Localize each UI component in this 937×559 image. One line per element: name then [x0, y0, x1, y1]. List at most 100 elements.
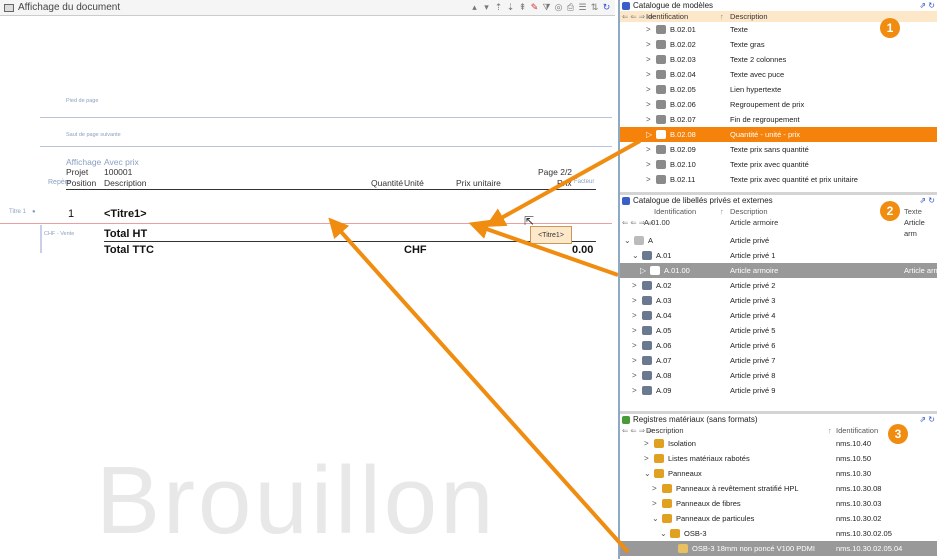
panel2-filter-code[interactable]: A.01.00 — [644, 217, 670, 228]
chevron-right-icon[interactable]: > — [646, 82, 651, 97]
panel3-col-desc[interactable]: Description — [646, 425, 684, 436]
material-code: nms.10.30.02.05 — [836, 529, 892, 538]
page-break-label: Saut de page suivante — [66, 132, 121, 138]
chevron-right-icon[interactable]: > — [632, 353, 637, 368]
preview-icon[interactable]: ◎ — [554, 2, 563, 13]
chevron-right-icon[interactable]: > — [632, 278, 637, 293]
chevron-right-icon[interactable]: > — [632, 293, 637, 308]
label-row[interactable]: ⌄ A.01 Article privé 1 — [620, 248, 937, 263]
material-row[interactable]: ⌄ Panneaux nms.10.30 — [620, 466, 937, 481]
template-icon — [656, 70, 666, 79]
model-row[interactable]: > B.02.11 Texte prix avec quantité et prix… — [620, 172, 937, 187]
chevron-down-icon[interactable]: ⌄ — [652, 511, 659, 526]
move-down-icon[interactable]: ⇣ — [506, 2, 515, 13]
label-row[interactable]: > A.07 Article privé 7 — [620, 353, 937, 368]
chevron-right-icon[interactable]: > — [646, 142, 651, 157]
material-row[interactable]: > Listes matériaux rabotés nms.10.50 — [620, 451, 937, 466]
chevron-right-icon[interactable]: > — [632, 308, 637, 323]
chevron-right-icon[interactable]: > — [646, 112, 651, 127]
pencil-icon[interactable]: ✎ — [530, 2, 539, 13]
chevron-right-icon[interactable]: > — [646, 67, 651, 82]
chevron-right-icon[interactable]: > — [632, 338, 637, 353]
model-row[interactable]: > B.02.09 Texte prix sans quantité — [620, 142, 937, 157]
total-block-bar — [40, 225, 42, 253]
pin-icon[interactable]: ⇗ ↻ — [919, 195, 935, 206]
model-row[interactable]: > B.02.06 Regroupement de prix — [620, 97, 937, 112]
chevron-down-icon[interactable]: ⌄ — [644, 466, 651, 481]
label-code: A — [648, 236, 654, 245]
label-row[interactable]: > A.06 Article privé 6 — [620, 338, 937, 353]
material-row[interactable]: OSB-3 18mm non poncé V100 PDMI nms.10.30.… — [620, 541, 937, 556]
label-row[interactable]: > A.09 Article privé 9 — [620, 383, 937, 398]
model-row[interactable]: > B.02.04 Texte avec puce — [620, 67, 937, 82]
label-row[interactable]: ⌄ A Article privé — [620, 233, 937, 248]
header-divider — [66, 189, 596, 190]
chevron-down-icon[interactable]: ⌄ — [660, 526, 667, 541]
sort-icon[interactable]: ⇅ — [590, 2, 599, 13]
chevron-right-icon[interactable]: > — [632, 368, 637, 383]
print-icon[interactable]: ⎙ — [566, 2, 575, 13]
chevron-right-icon[interactable]: > — [644, 451, 649, 466]
label-row[interactable]: > A.08 Article privé 8 — [620, 368, 937, 383]
chevron-right-icon[interactable]: > — [644, 436, 649, 451]
title-position[interactable]: 1 — [68, 208, 74, 220]
insert-icon[interactable]: ⇞ — [518, 2, 527, 13]
chevron-right-icon[interactable]: > — [646, 52, 651, 67]
material-row[interactable]: > Panneaux de fibres nms.10.30.03 — [620, 496, 937, 511]
chevron-right-icon[interactable]: ▷ — [640, 263, 646, 278]
template-icon — [656, 145, 666, 154]
material-row[interactable]: ⌄ OSB-3 nms.10.30.02.05 — [620, 526, 937, 541]
catalog-icon — [622, 197, 630, 205]
chevron-right-icon[interactable]: > — [646, 172, 651, 187]
chevron-right-icon[interactable]: > — [646, 97, 651, 112]
panel2-col-desc[interactable]: Description — [730, 206, 768, 217]
material-icon — [654, 454, 664, 463]
zoom-out-icon[interactable]: ▾ — [482, 2, 491, 13]
material-desc: Listes matériaux rabotés — [668, 454, 750, 463]
chevron-right-icon[interactable]: > — [652, 481, 657, 496]
refresh-icon[interactable]: ↻ — [602, 2, 611, 13]
panel3-col-id[interactable]: Identification — [836, 425, 878, 436]
panel1-list: > B.02.01 Texte > B.02.02 Texte gras > B.02.03 T… — [620, 22, 937, 187]
chevron-right-icon[interactable]: > — [652, 496, 657, 511]
label-row[interactable]: > A.02 Article privé 2 — [620, 278, 937, 293]
panel2-filter-desc[interactable]: Article armoire — [730, 217, 778, 228]
chevron-right-icon[interactable]: ▷ — [646, 127, 652, 142]
panel2-col-id[interactable]: Identification — [654, 206, 696, 217]
chevron-right-icon[interactable]: > — [646, 157, 651, 172]
title-text[interactable]: <Titre1> — [104, 208, 147, 220]
format-icon[interactable]: ☰ — [578, 2, 587, 13]
panel1-col-id[interactable]: Identification — [646, 11, 688, 22]
label-row[interactable]: > A.04 Article privé 4 — [620, 308, 937, 323]
title-level-label: Titre 1 — [9, 209, 26, 215]
chevron-right-icon[interactable]: > — [632, 323, 637, 338]
zoom-in-icon[interactable]: ▴ — [470, 2, 479, 13]
label-row[interactable]: ▷ A.01.00 Article armoire Article arm — [620, 263, 937, 278]
material-row[interactable]: ⌄ Panneaux de particules nms.10.30.02 — [620, 511, 937, 526]
model-desc: Lien hypertexte — [730, 85, 782, 94]
filter-icon[interactable]: ⧩ — [542, 2, 551, 13]
chevron-right-icon[interactable]: > — [632, 383, 637, 398]
chevron-right-icon[interactable]: > — [646, 37, 651, 52]
pin-icon[interactable]: ⇗ ↻ — [919, 414, 935, 425]
model-row[interactable]: > B.02.02 Texte gras — [620, 37, 937, 52]
chevron-down-icon[interactable]: ⌄ — [632, 248, 639, 263]
chevron-down-icon[interactable]: ⌄ — [624, 233, 631, 248]
model-row[interactable]: > B.02.05 Lien hypertexte — [620, 82, 937, 97]
material-code: nms.10.30 — [836, 469, 872, 478]
model-row[interactable]: ▷ B.02.08 Quantité - unité - prix — [620, 127, 937, 142]
model-row[interactable]: > B.02.03 Texte 2 colonnes — [620, 52, 937, 67]
project-label: Projet — [66, 167, 89, 177]
panel1-col-desc[interactable]: Description — [730, 11, 768, 22]
label-row[interactable]: > A.03 Article privé 3 — [620, 293, 937, 308]
move-up-icon[interactable]: ⇡ — [494, 2, 503, 13]
label-row[interactable]: > A.05 Article privé 5 — [620, 323, 937, 338]
model-row[interactable]: > B.02.10 Texte prix avec quantité — [620, 157, 937, 172]
pin-icon[interactable]: ⇗ ↻ — [919, 0, 935, 11]
chevron-right-icon[interactable]: > — [646, 22, 651, 37]
model-row[interactable]: > B.02.07 Fin de regroupement — [620, 112, 937, 127]
template-icon — [656, 175, 666, 184]
model-code: B.02.01 — [670, 25, 696, 34]
material-row[interactable]: > Panneaux à revêtement stratifié HPL nms.… — [620, 481, 937, 496]
panel2-col-text[interactable]: Texte — [904, 206, 922, 217]
